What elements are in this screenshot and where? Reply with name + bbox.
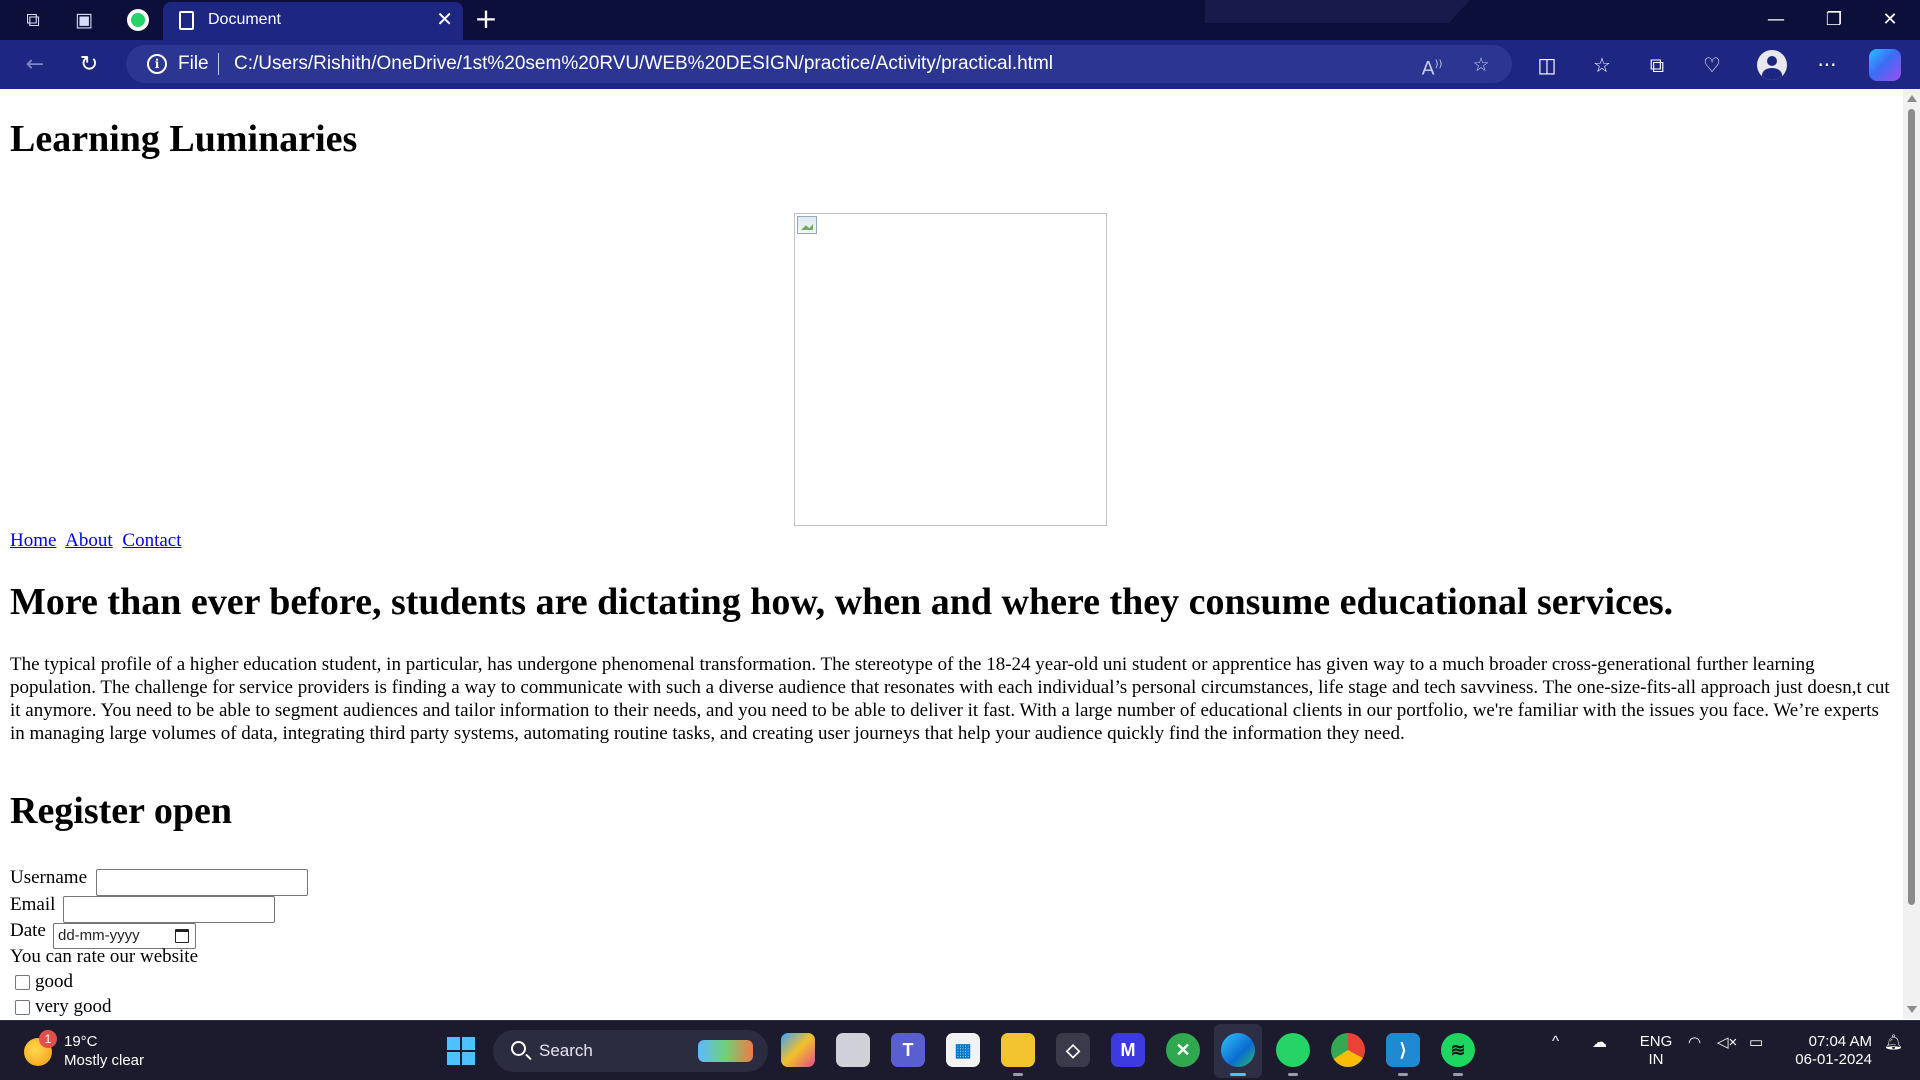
weather-temperature: 19°C	[64, 1033, 98, 1050]
notifications-bell-icon[interactable]: 🔔︎	[1884, 1033, 1903, 1051]
show-hidden-icons-chevron-icon[interactable]: ^	[1552, 1033, 1559, 1050]
language-indicator[interactable]: ENG IN	[1636, 1033, 1676, 1069]
register-heading: Register open	[10, 790, 232, 832]
broken-image-icon	[797, 216, 817, 234]
file-scheme-label: File	[178, 53, 209, 74]
copilot-icon[interactable]	[1869, 49, 1901, 81]
split-screen-icon[interactable]: ◫	[1530, 49, 1564, 81]
collections-icon[interactable]: ⧉	[1640, 49, 1674, 81]
tab-title: Document	[208, 11, 281, 28]
scroll-up-arrow-icon[interactable]	[1907, 95, 1917, 102]
info-icon[interactable]: i	[147, 54, 167, 74]
browser-toolbar: ← ↻ i File C:/Users/Rishith/OneDrive/1st…	[0, 40, 1920, 89]
search-icon	[511, 1041, 526, 1056]
link-about[interactable]: About	[65, 530, 113, 551]
link-contact[interactable]: Contact	[122, 530, 181, 551]
document-icon	[179, 11, 194, 30]
browser-tab-bar: ⧉ ▣ Document ✕ + — ❐ ✕	[0, 0, 1920, 40]
language-code: ENG	[1639, 1033, 1673, 1050]
tab-document[interactable]: Document ✕	[163, 2, 463, 40]
new-tab-button[interactable]: +	[470, 4, 502, 36]
scroll-down-arrow-icon[interactable]	[1907, 1006, 1917, 1013]
read-aloud-icon[interactable]: A))	[1418, 51, 1446, 79]
clock-time: 07:04 AM	[1808, 1033, 1872, 1050]
site-title: Learning Luminaries	[10, 118, 358, 160]
refresh-icon[interactable]: ↻	[72, 49, 106, 81]
rating-option-very-good: very good	[35, 996, 112, 1017]
broken-image-placeholder	[794, 213, 1107, 526]
rating-prompt: You can rate our website	[10, 946, 199, 967]
vscode-app-icon[interactable]: ⟩	[1386, 1033, 1420, 1076]
username-input[interactable]	[96, 869, 308, 896]
whatsapp-app-icon[interactable]	[1276, 1033, 1310, 1076]
clock-date: 06-01-2024	[1795, 1051, 1872, 1068]
minimize-button[interactable]: —	[1748, 0, 1804, 40]
spotify-app-icon[interactable]: ≋	[1441, 1033, 1475, 1076]
close-window-button[interactable]: ✕	[1862, 0, 1918, 40]
windows-start-icon[interactable]	[447, 1037, 475, 1065]
workspaces-icon[interactable]: ⧉	[17, 6, 49, 34]
nav-links: Home About Contact	[10, 530, 187, 552]
weather-condition: Mostly clear	[64, 1052, 145, 1069]
region-code: IN	[1648, 1051, 1664, 1068]
notification-badge: 1	[39, 1030, 57, 1048]
username-label: Username	[10, 867, 88, 888]
settings-more-icon[interactable]: ···	[1810, 49, 1844, 81]
restore-button[interactable]: ❐	[1806, 0, 1862, 40]
clock[interactable]: 07:04 AM 06-01-2024	[1782, 1033, 1872, 1069]
pen-app-icon[interactable]: M	[1111, 1033, 1145, 1067]
unity-hub-icon[interactable]: ◇	[1056, 1033, 1090, 1067]
favorites-icon[interactable]: ☆	[1585, 49, 1619, 81]
address-separator	[218, 53, 219, 75]
vertical-scrollbar[interactable]	[1903, 89, 1920, 1019]
link-home[interactable]: Home	[10, 530, 56, 551]
file-explorer-icon[interactable]	[1001, 1033, 1035, 1076]
address-bar[interactable]: i File C:/Users/Rishith/OneDrive/1st%20s…	[126, 45, 1512, 83]
edge-browser-icon[interactable]	[1221, 1033, 1255, 1067]
url-text[interactable]: C:/Users/Rishith/OneDrive/1st%20sem%20RV…	[234, 53, 1053, 75]
checkbox-good[interactable]	[15, 975, 30, 990]
teams-app-icon[interactable]: T	[891, 1033, 925, 1067]
intro-paragraph: The typical profile of a higher educatio…	[10, 654, 1890, 744]
chrome-app-icon[interactable]	[1331, 1033, 1365, 1067]
xbox-app-icon[interactable]: ✕	[1166, 1033, 1200, 1067]
email-label: Email	[10, 894, 56, 915]
search-highlight-icon	[698, 1040, 753, 1062]
microsoft-store-icon[interactable]: ▦	[946, 1033, 980, 1067]
battery-icon[interactable]: ▭	[1749, 1033, 1763, 1051]
web-page: Learning Luminaries Home About Contact M…	[0, 89, 1903, 1019]
task-view-icon[interactable]	[836, 1033, 870, 1067]
date-placeholder: dd-mm-yyyy	[58, 927, 140, 944]
profile-avatar-icon[interactable]	[1757, 50, 1787, 80]
rating-option-good: good	[35, 971, 73, 992]
volume-muted-icon[interactable]: ◁×	[1717, 1033, 1737, 1051]
checkbox-very-good[interactable]	[15, 1000, 30, 1015]
search-label: Search	[539, 1041, 593, 1060]
tab-strip-drag-area	[1205, 0, 1470, 23]
email-input[interactable]	[63, 896, 275, 923]
windows-taskbar: 1 19°C Mostly clear Search T ▦ ◇ M ✕ ⟩ ≋…	[0, 1020, 1920, 1080]
scroll-thumb[interactable]	[1908, 109, 1915, 905]
taskbar-search-box[interactable]: Search	[493, 1030, 768, 1072]
back-arrow-icon[interactable]: ←	[18, 49, 52, 81]
main-headline: More than ever before, students are dict…	[10, 581, 1674, 623]
close-tab-icon[interactable]: ✕	[436, 9, 453, 29]
browser-essentials-icon[interactable]: ♡	[1695, 49, 1729, 81]
onedrive-cloud-icon[interactable]: ☁	[1592, 1033, 1607, 1051]
copilot-preview-app-icon[interactable]	[781, 1033, 815, 1067]
calendar-icon[interactable]	[175, 929, 189, 943]
wifi-icon[interactable]: ◠	[1688, 1033, 1701, 1051]
avatar-head	[1767, 56, 1777, 66]
weather-widget[interactable]: 1 19°C Mostly clear	[24, 1030, 224, 1074]
tab-actions-icon[interactable]: ▣	[68, 6, 100, 34]
avatar-body	[1762, 68, 1782, 80]
whatsapp-tab-icon[interactable]	[122, 6, 154, 34]
date-label: Date	[10, 920, 46, 941]
favorite-star-icon[interactable]: ☆	[1467, 51, 1495, 79]
